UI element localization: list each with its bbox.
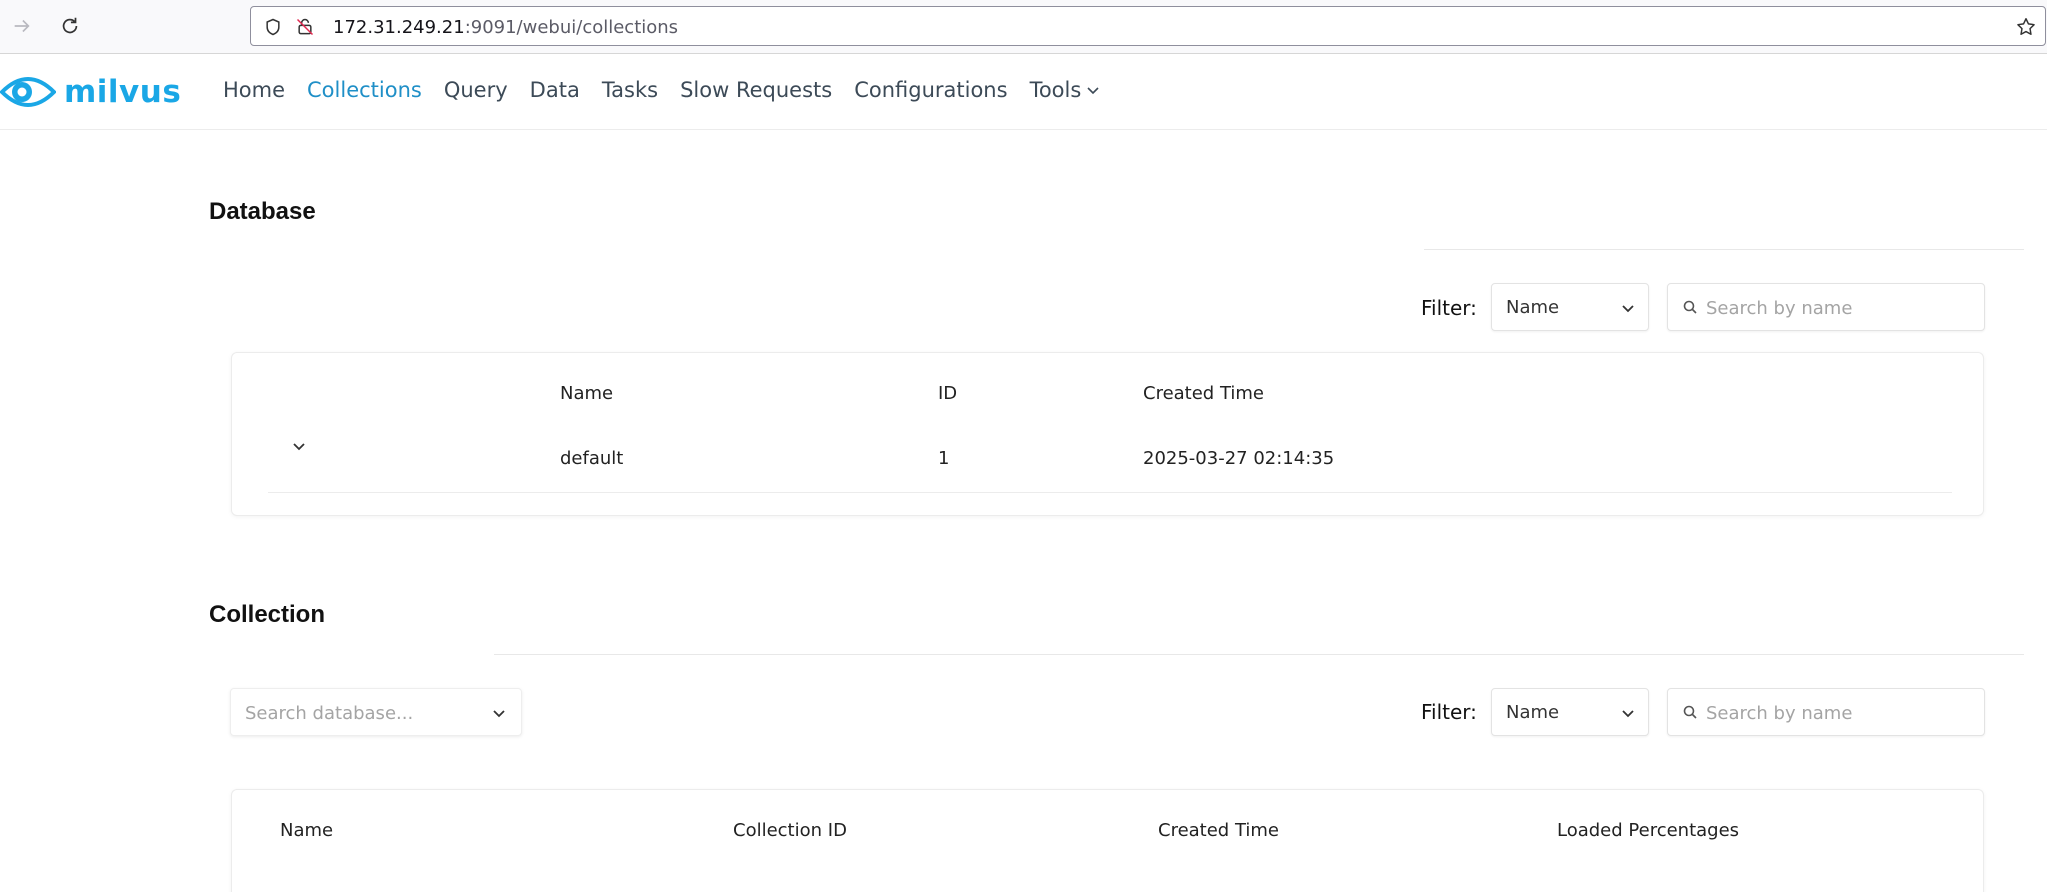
database-table: Name ID Created Time default 1 2025-03-2… [231, 352, 1984, 516]
database-filter-value: Name [1506, 297, 1560, 318]
milvus-logo[interactable]: milvus [0, 70, 181, 114]
collection-filter-select[interactable]: Name [1491, 688, 1649, 736]
url-text[interactable]: 172.31.249.21:9091/webui/collections [333, 17, 678, 38]
app-header: milvus Home Collections Query Data Tasks… [0, 54, 2047, 130]
chevron-down-icon [1622, 710, 1634, 718]
database-combobox[interactable] [230, 688, 522, 736]
nav-tools[interactable]: Tools [1030, 78, 1102, 102]
collection-col-loaded-percentages[interactable]: Loaded Percentages [1557, 820, 1739, 841]
insecure-lock-icon[interactable] [295, 17, 315, 37]
database-row-id: 1 [938, 448, 950, 469]
database-section-title: Database [209, 198, 316, 225]
main-nav: Home Collections Query Data Tasks Slow R… [223, 78, 1123, 102]
nav-tools-label: Tools [1029, 78, 1082, 102]
row-divider [268, 492, 1952, 493]
collection-filter-value: Name [1506, 702, 1560, 723]
nav-tasks[interactable]: Tasks [602, 78, 658, 102]
nav-slow-requests[interactable]: Slow Requests [680, 78, 832, 102]
nav-collections[interactable]: Collections [307, 78, 422, 102]
chevron-down-icon [493, 710, 505, 718]
collection-col-name[interactable]: Name [280, 820, 333, 841]
collection-col-created-time[interactable]: Created Time [1158, 820, 1279, 841]
database-combobox-input[interactable] [245, 700, 475, 726]
database-search-input[interactable] [1706, 295, 1966, 321]
database-col-created-time[interactable]: Created Time [1143, 383, 1264, 404]
logo-text: milvus [64, 74, 182, 110]
chevron-down-icon [1087, 87, 1099, 95]
milvus-eye-icon [0, 77, 56, 107]
collection-col-id[interactable]: Collection ID [733, 820, 847, 841]
section-divider [1424, 249, 2024, 250]
collection-table: Name Collection ID Created Time Loaded P… [231, 789, 1984, 892]
collection-search-box[interactable] [1667, 688, 1985, 736]
nav-configurations[interactable]: Configurations [854, 78, 1007, 102]
section-divider [494, 654, 2024, 655]
database-filter-label: Filter: [1421, 296, 1477, 320]
collection-section-title: Collection [209, 601, 326, 628]
database-filter-select[interactable]: Name [1491, 283, 1649, 331]
collection-filter-label: Filter: [1421, 700, 1477, 724]
database-col-name[interactable]: Name [560, 383, 613, 404]
collection-search-input[interactable] [1706, 700, 1966, 726]
chevron-down-icon [1622, 305, 1634, 313]
search-icon [1683, 300, 1697, 314]
nav-query[interactable]: Query [444, 78, 508, 102]
nav-home[interactable]: Home [223, 78, 285, 102]
database-col-id[interactable]: ID [938, 383, 957, 404]
reload-icon[interactable] [56, 12, 84, 40]
search-icon [1683, 705, 1697, 719]
bookmark-star-icon[interactable] [2015, 16, 2037, 38]
address-bar[interactable]: 172.31.249.21:9091/webui/collections [250, 6, 2046, 46]
browser-toolbar: 172.31.249.21:9091/webui/collections [0, 0, 2047, 54]
nav-data[interactable]: Data [530, 78, 580, 102]
forward-icon[interactable] [8, 12, 36, 40]
database-row-created-time: 2025-03-27 02:14:35 [1143, 448, 1335, 469]
database-search-box[interactable] [1667, 283, 1985, 331]
expand-row-chevron-icon[interactable] [286, 433, 312, 459]
database-row-name: default [560, 448, 624, 469]
shield-icon[interactable] [263, 17, 283, 37]
